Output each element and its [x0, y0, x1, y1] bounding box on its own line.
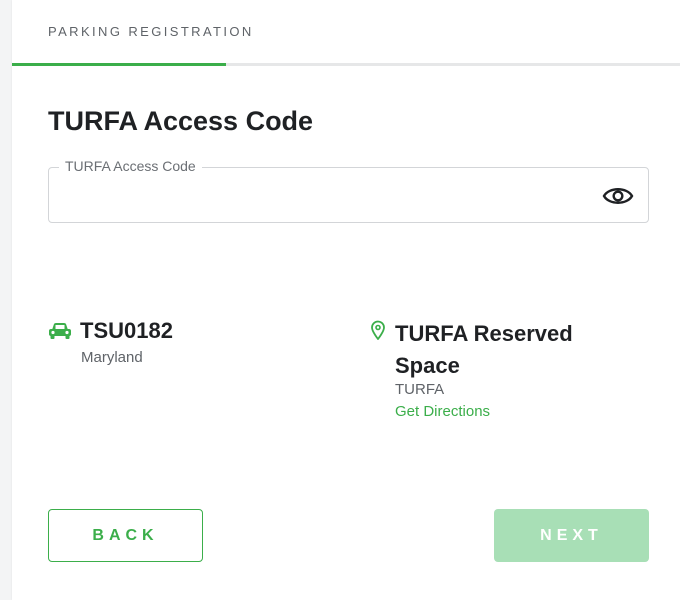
access-code-input[interactable]	[63, 182, 583, 210]
progress-bar	[12, 63, 680, 66]
page-title: TURFA Access Code	[48, 106, 314, 136]
get-directions-link[interactable]: Get Directions	[395, 403, 490, 420]
car-icon	[48, 322, 72, 345]
eye-icon[interactable]	[602, 181, 634, 211]
access-code-field[interactable]: TURFA Access Code	[48, 158, 649, 223]
registration-card: PARKING REGISTRATION TURFA Access Code T…	[12, 0, 680, 600]
location-subtitle: TURFA	[395, 381, 445, 398]
progress-fill	[12, 63, 226, 66]
license-plate: TSU0182	[80, 318, 173, 343]
location-name: TURFA Reserved Space	[395, 321, 573, 378]
header-label: PARKING REGISTRATION	[48, 24, 254, 39]
next-button[interactable]: NEXT	[494, 509, 649, 562]
access-code-label: TURFA Access Code	[59, 158, 202, 174]
map-pin-icon	[370, 320, 386, 345]
back-button[interactable]: BACK	[48, 509, 203, 562]
vehicle-state: Maryland	[81, 349, 143, 366]
